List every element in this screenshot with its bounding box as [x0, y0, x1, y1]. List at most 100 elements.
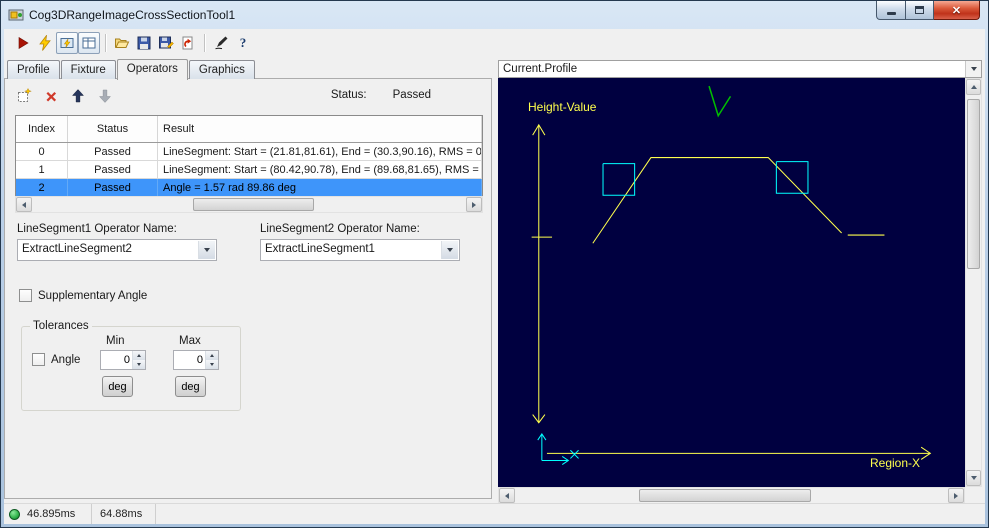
close-button[interactable]: ✕	[934, 1, 980, 20]
results-table: Index Status Result 0 Passed LineSegment: St…	[15, 115, 483, 198]
run-time-cell: 46.895ms	[4, 504, 92, 524]
column-header-result[interactable]: Result	[158, 116, 482, 142]
reset-button[interactable]	[177, 32, 199, 54]
min-spin-buttons	[132, 351, 145, 369]
linesegment1-value: ExtractLineSegment2	[22, 243, 132, 255]
tab-bar: Profile Fixture Operators Graphics	[7, 59, 256, 80]
status-bar: 46.895ms 64.88ms	[4, 503, 985, 524]
trigger-button[interactable]	[34, 32, 56, 54]
graphics-pane: Current.Profile Height-Value Region-X	[498, 60, 982, 504]
open-button[interactable]	[111, 32, 133, 54]
table-horizontal-scrollbar[interactable]	[15, 196, 483, 213]
results-display-button[interactable]	[78, 31, 100, 54]
tab-profile[interactable]: Profile	[7, 60, 60, 79]
profile-main	[592, 157, 842, 244]
table-row[interactable]: 2 Passed Angle = 1.57 rad 89.86 deg	[16, 179, 482, 197]
results-table-header: Index Status Result	[16, 116, 482, 143]
canvas-vertical-scrollbar[interactable]	[965, 78, 982, 487]
linesegment1-group: LineSegment1 Operator Name: ExtractLineS…	[17, 223, 260, 261]
client-area: ? Profile Fixture Operators Graphics Sta…	[4, 29, 985, 524]
chevron-down-icon[interactable]	[198, 241, 215, 259]
tolerances-legend: Tolerances	[30, 320, 92, 332]
status-readout: Status: Passed	[331, 89, 431, 101]
result-time: 64.88ms	[100, 508, 143, 520]
scroll-up-icon[interactable]	[966, 79, 981, 95]
graphics-selector-value: Current.Profile	[503, 63, 578, 75]
signature-button[interactable]	[210, 32, 232, 54]
spin-up-icon[interactable]	[206, 351, 218, 360]
table-row[interactable]: 0 Passed LineSegment: Start = (21.81,81.61…	[16, 143, 482, 161]
scrollbar-thumb[interactable]	[193, 198, 315, 211]
tab-fixture[interactable]: Fixture	[60, 60, 116, 79]
minimize-button[interactable]	[876, 1, 906, 20]
column-header-status[interactable]: Status	[68, 116, 158, 142]
max-spinner	[173, 350, 219, 370]
toolbar-separator	[204, 33, 205, 52]
scroll-right-icon[interactable]	[466, 197, 482, 212]
angle-label: Angle	[51, 353, 81, 366]
app-icon	[8, 7, 24, 23]
supplementary-angle-label: Supplementary Angle	[38, 289, 148, 302]
window-controls: ✕	[876, 1, 980, 20]
canvas-horizontal-scrollbar[interactable]	[498, 487, 965, 504]
min-deg-button[interactable]: deg	[102, 376, 133, 397]
scrollbar-thumb[interactable]	[638, 489, 811, 502]
segment1-marker	[602, 163, 636, 196]
minimize-icon	[886, 11, 896, 15]
title-bar[interactable]: Cog3DRangeImageCrossSectionTool1 ✕	[1, 1, 988, 29]
tab-operators[interactable]: Operators	[116, 59, 188, 80]
chevron-down-icon[interactable]	[965, 61, 981, 77]
save-as-button[interactable]	[155, 32, 177, 54]
scroll-down-icon[interactable]	[966, 470, 981, 486]
add-operator-button[interactable]	[13, 85, 35, 107]
graphics-selector[interactable]: Current.Profile	[498, 60, 982, 78]
max-deg-button[interactable]: deg	[175, 376, 206, 397]
min-spinner	[100, 350, 146, 370]
spin-down-icon[interactable]	[133, 360, 145, 369]
operators-tab-page: Status: Passed Index Status Result 0 Passed…	[4, 78, 492, 499]
run-time: 46.895ms	[27, 508, 76, 520]
move-up-button[interactable]	[67, 85, 89, 107]
status-value: Passed	[392, 89, 431, 101]
spin-up-icon[interactable]	[133, 351, 145, 360]
tolerances-group: Tolerances Min Max Angle 0 0 deg deg	[21, 320, 241, 411]
maximize-button[interactable]	[906, 1, 934, 20]
delete-operator-button[interactable]	[40, 85, 62, 107]
min-label: Min	[106, 335, 125, 347]
close-icon: ✕	[951, 4, 962, 17]
angle-tolerance-row: Angle	[32, 353, 80, 366]
scroll-right-icon[interactable]	[948, 488, 964, 503]
column-header-index[interactable]: Index	[16, 116, 68, 142]
scrollbar-corner	[965, 487, 982, 504]
move-down-button[interactable]	[94, 85, 116, 107]
status-led-icon	[9, 508, 20, 520]
chevron-down-icon[interactable]	[441, 241, 458, 259]
linesegment2-group: LineSegment2 Operator Name: ExtractLineS…	[260, 223, 503, 261]
max-spin-buttons	[205, 351, 218, 369]
main-toolbar: ?	[4, 29, 985, 56]
profile-canvas[interactable]: Height-Value Region-X	[498, 78, 965, 487]
save-button[interactable]	[133, 32, 155, 54]
max-input[interactable]	[174, 351, 205, 369]
maximize-icon	[915, 6, 924, 14]
linesegment1-combo[interactable]: ExtractLineSegment2	[17, 239, 217, 261]
profile-plot	[531, 85, 932, 465]
toolbar-separator	[105, 33, 106, 52]
linesegment2-combo[interactable]: ExtractLineSegment1	[260, 239, 460, 261]
angle-checkbox[interactable]	[32, 353, 45, 366]
scrollbar-thumb[interactable]	[967, 99, 980, 269]
scroll-left-icon[interactable]	[499, 488, 515, 503]
linesegment1-label: LineSegment1 Operator Name:	[17, 223, 177, 235]
scroll-left-icon[interactable]	[16, 197, 32, 212]
y-axis-label: Height-Value	[528, 100, 597, 114]
max-label: Max	[179, 335, 201, 347]
help-button[interactable]: ?	[232, 32, 254, 54]
result-time-cell: 64.88ms	[92, 504, 156, 524]
supplementary-angle-checkbox[interactable]	[19, 289, 32, 302]
tab-graphics[interactable]: Graphics	[188, 60, 255, 79]
table-row[interactable]: 1 Passed LineSegment: Start = (80.42,90.78…	[16, 161, 482, 179]
spin-down-icon[interactable]	[206, 360, 218, 369]
run-button[interactable]	[12, 32, 34, 54]
live-display-button[interactable]	[56, 31, 78, 54]
min-input[interactable]	[101, 351, 132, 369]
